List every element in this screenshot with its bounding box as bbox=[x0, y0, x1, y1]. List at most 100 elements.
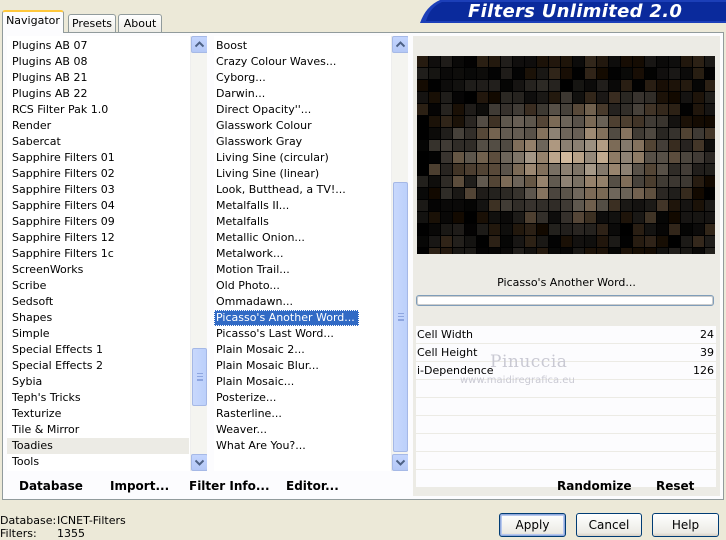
mosaic-tile bbox=[537, 236, 548, 247]
list-item[interactable]: Plugins AB 21 bbox=[7, 70, 189, 86]
list-item[interactable]: Glasswork Gray bbox=[214, 134, 390, 150]
scroll-up-button[interactable] bbox=[392, 36, 408, 53]
list-item[interactable]: Sapphire Filters 01 bbox=[7, 150, 189, 166]
scroll-down-button[interactable] bbox=[392, 454, 408, 471]
scroll-up-button[interactable] bbox=[191, 36, 207, 53]
list-item[interactable]: Teph's Tricks bbox=[7, 390, 189, 406]
list-item[interactable]: Direct Opacity''... bbox=[214, 102, 390, 118]
list-item[interactable]: Scribe bbox=[7, 278, 189, 294]
filter-scroll-thumb[interactable] bbox=[393, 182, 408, 452]
category-list[interactable]: Plugins AB 07 Plugins AB 08 Plugins AB 21 P… bbox=[7, 36, 207, 471]
mosaic-tile bbox=[465, 116, 476, 127]
mosaic-tile bbox=[645, 128, 656, 139]
filter-info-button[interactable]: Filter Info... bbox=[189, 479, 270, 493]
list-item[interactable]: Weaver... bbox=[214, 422, 390, 438]
list-item[interactable]: Plugins AB 08 bbox=[7, 54, 189, 70]
list-item[interactable]: Old Photo... bbox=[214, 278, 390, 294]
list-item[interactable]: Look, Butthead, a TV!... bbox=[214, 182, 390, 198]
reset-button[interactable]: Reset bbox=[656, 479, 694, 493]
list-item[interactable]: Sapphire Filters 1c bbox=[7, 246, 189, 262]
filter-scrollbar[interactable] bbox=[391, 36, 408, 471]
tab-navigator[interactable]: Navigator bbox=[2, 10, 64, 33]
list-item[interactable]: Rasterline... bbox=[214, 406, 390, 422]
mosaic-tile bbox=[501, 68, 512, 79]
list-item[interactable]: Sabercat bbox=[7, 134, 189, 150]
tab-about[interactable]: About bbox=[118, 14, 162, 33]
mosaic-tile bbox=[681, 92, 692, 103]
list-item[interactable]: Plugins AB 07 bbox=[7, 38, 189, 54]
param-row[interactable]: Cell Width 24 bbox=[416, 326, 716, 344]
list-item[interactable]: Plugins AB 22 bbox=[7, 86, 189, 102]
mosaic-tile bbox=[657, 188, 668, 199]
scroll-down-button[interactable] bbox=[191, 454, 207, 471]
list-item[interactable]: Posterize... bbox=[214, 390, 390, 406]
tab-presets[interactable]: Presets bbox=[68, 14, 116, 33]
mosaic-tile bbox=[549, 152, 560, 163]
mosaic-tile bbox=[633, 128, 644, 139]
mosaic-tile bbox=[513, 56, 524, 67]
editor-button[interactable]: Editor... bbox=[286, 479, 339, 493]
mosaic-tile bbox=[585, 224, 596, 235]
filter-list[interactable]: Boost Crazy Colour Waves... Cyborg... Darwi… bbox=[214, 36, 408, 471]
list-item[interactable]: Living Sine (linear) bbox=[214, 166, 390, 182]
list-item[interactable]: Metalfalls bbox=[214, 214, 390, 230]
mosaic-tile bbox=[549, 188, 560, 199]
category-scrollbar[interactable] bbox=[190, 36, 207, 471]
watermark-title: Pinuccia bbox=[490, 352, 568, 372]
list-item[interactable]: Living Sine (circular) bbox=[214, 150, 390, 166]
help-button[interactable]: Help bbox=[652, 513, 719, 537]
list-item[interactable]: Plain Mosaic Blur... bbox=[214, 358, 390, 374]
mosaic-tile bbox=[561, 116, 572, 127]
mosaic-tile bbox=[621, 200, 632, 211]
list-item[interactable]: Darwin... bbox=[214, 86, 390, 102]
apply-button[interactable]: Apply bbox=[499, 513, 566, 537]
list-item[interactable]: Sapphire Filters 03 bbox=[7, 182, 189, 198]
randomize-button[interactable]: Randomize bbox=[557, 479, 631, 493]
list-item[interactable]: Plain Mosaic 2... bbox=[214, 342, 390, 358]
category-scroll-thumb[interactable] bbox=[192, 348, 207, 406]
list-item[interactable]: Render bbox=[7, 118, 189, 134]
list-item[interactable]: Sapphire Filters 12 bbox=[7, 230, 189, 246]
parameter-list: Cell Width 24 Cell Height 39 i-Dependenc… bbox=[416, 326, 716, 488]
mosaic-tile bbox=[489, 56, 500, 67]
list-item[interactable]: Texturize bbox=[7, 406, 189, 422]
mosaic-tile bbox=[477, 200, 488, 211]
mosaic-tile bbox=[681, 164, 692, 175]
list-item[interactable]: Sapphire Filters 04 bbox=[7, 198, 189, 214]
list-item[interactable]: Metallic Onion... bbox=[214, 230, 390, 246]
list-item[interactable]: Metalwork... bbox=[214, 246, 390, 262]
list-item[interactable]: Toadies bbox=[7, 438, 189, 454]
list-item[interactable]: Crazy Colour Waves... bbox=[214, 54, 390, 70]
list-item[interactable]: Cyborg... bbox=[214, 70, 390, 86]
list-item[interactable]: Special Effects 1 bbox=[7, 342, 189, 358]
database-button[interactable]: Database bbox=[19, 479, 83, 493]
list-item[interactable]: Sapphire Filters 02 bbox=[7, 166, 189, 182]
list-item[interactable]: Simple bbox=[7, 326, 189, 342]
list-item[interactable]: Sedsoft bbox=[7, 294, 189, 310]
list-item[interactable]: Motion Trail... bbox=[214, 262, 390, 278]
list-item[interactable]: ScreenWorks bbox=[7, 262, 189, 278]
mosaic-tile bbox=[681, 224, 692, 235]
list-item[interactable]: Shapes bbox=[7, 310, 189, 326]
list-item[interactable]: Plain Mosaic... bbox=[214, 374, 390, 390]
cancel-button[interactable]: Cancel bbox=[576, 513, 642, 537]
mosaic-tile bbox=[513, 140, 524, 151]
list-item[interactable]: What Are You?... bbox=[214, 438, 390, 454]
list-item[interactable]: Metalfalls II... bbox=[214, 198, 390, 214]
list-item[interactable]: Sybia bbox=[7, 374, 189, 390]
mosaic-tile bbox=[429, 152, 440, 163]
mosaic-tile bbox=[633, 92, 644, 103]
list-item[interactable]: Picasso's Another Word... bbox=[214, 310, 359, 326]
list-item[interactable]: Sapphire Filters 09 bbox=[7, 214, 189, 230]
list-item[interactable]: Special Effects 2 bbox=[7, 358, 189, 374]
list-item[interactable]: Tile & Mirror bbox=[7, 422, 189, 438]
list-item[interactable]: Boost bbox=[214, 38, 390, 54]
list-item[interactable]: Picasso's Last Word... bbox=[214, 326, 390, 342]
list-item[interactable]: Tools bbox=[7, 454, 189, 470]
import-button[interactable]: Import... bbox=[110, 479, 169, 493]
list-item[interactable]: RCS Filter Pak 1.0 bbox=[7, 102, 189, 118]
list-item[interactable]: Ommadawn... bbox=[214, 294, 390, 310]
list-item[interactable]: Glasswork Colour bbox=[214, 118, 390, 134]
database-status-label: Database: bbox=[0, 514, 57, 527]
mosaic-tile bbox=[669, 92, 680, 103]
